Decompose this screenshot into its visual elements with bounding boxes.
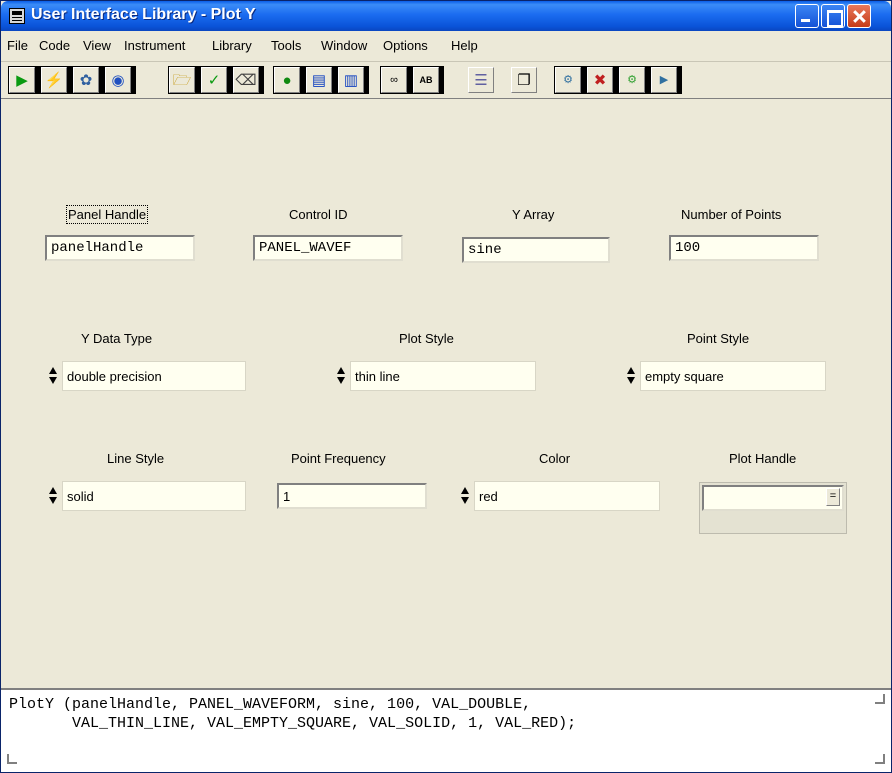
menu-file[interactable]: File (7, 38, 28, 53)
window-title: User Interface Library - Plot Y (31, 6, 256, 23)
run-fp-icon[interactable]: ▶ (9, 67, 35, 93)
y-data-type-value[interactable]: double precision (62, 361, 246, 391)
bp-icon[interactable]: ⚙ (555, 67, 581, 93)
generated-code-area[interactable]: PlotY (panelHandle, PANEL_WAVEFORM, sine… (1, 688, 891, 772)
menu-view[interactable]: View (83, 38, 111, 53)
menu-instrument[interactable]: Instrument (124, 38, 185, 53)
menu-options[interactable]: Options (383, 38, 428, 53)
eraser-icon[interactable]: ⌫ (233, 67, 259, 93)
point-frequency-input[interactable]: 1 (277, 483, 427, 509)
ring-arrows-icon[interactable] (459, 487, 471, 505)
y-array-label: Y Array (512, 207, 555, 222)
tree-icon[interactable]: ● (274, 67, 300, 93)
watch-icon[interactable]: ◉ (105, 67, 131, 93)
line-style-label: Line Style (107, 451, 165, 466)
lightning-icon[interactable]: ⚡ (41, 67, 67, 93)
menu-window[interactable]: Window (321, 38, 367, 53)
code-line-1: PlotY (panelHandle, PANEL_WAVEFORM, sine… (9, 696, 532, 713)
plot-handle-label: Plot Handle (729, 451, 797, 466)
y-data-type-ring[interactable]: double precision (47, 361, 247, 391)
maximize-button[interactable] (821, 4, 845, 28)
ring-arrows-icon[interactable] (47, 367, 59, 385)
panel-out-icon[interactable]: ▥ (338, 67, 364, 93)
color-label: Color (539, 451, 571, 466)
function-panel-icon[interactable]: ∞ (381, 67, 407, 93)
line-style-value[interactable]: solid (62, 481, 246, 511)
menu-help[interactable]: Help (451, 38, 478, 53)
menu-code[interactable]: Code (39, 38, 70, 53)
resize-top-icon[interactable] (875, 694, 885, 704)
menu-tools[interactable]: Tools (271, 38, 301, 53)
menu-library[interactable]: Library (212, 38, 252, 53)
plot-handle-input[interactable] (702, 485, 844, 511)
point-frequency-label: Point Frequency (291, 451, 386, 466)
main-window: User Interface Library - Plot Y File Cod… (0, 0, 892, 773)
line-style-ring[interactable]: solid (47, 481, 247, 511)
minimize-button[interactable] (795, 4, 819, 28)
plot-style-ring[interactable]: thin line (335, 361, 537, 391)
color-value[interactable]: red (474, 481, 660, 511)
debug-icon[interactable]: ✿ (73, 67, 99, 93)
bp-go-icon[interactable]: ▶ (651, 67, 677, 93)
resize-bottom-left-icon[interactable] (7, 754, 17, 764)
ring-arrows-icon[interactable] (47, 487, 59, 505)
ring-arrows-icon[interactable] (335, 367, 347, 385)
ring-arrows-icon[interactable] (625, 367, 637, 385)
resize-bottom-right-icon[interactable] (875, 754, 885, 764)
control-id-input[interactable]: PANEL_WAVEF (253, 235, 403, 261)
function-panel-ab-icon[interactable]: AB (413, 67, 439, 93)
list-icon[interactable]: ☰ (468, 67, 494, 93)
check-icon[interactable]: ✓ (201, 67, 227, 93)
code-line-2: VAL_THIN_LINE, VAL_EMPTY_SQUARE, VAL_SOL… (9, 715, 577, 732)
color-ring[interactable]: red (459, 481, 661, 511)
toolbar: ▶ ⚡ ✿ ◉ 🗁 ✓ ⌫ ● ▤ ▥ ∞ AB ☰ ❐ ⚙ ✖ ⚙ ▶ (1, 62, 891, 98)
function-panel: Panel Handle panelHandle Control ID PANE… (1, 98, 891, 688)
number-of-points-input[interactable]: 100 (669, 235, 819, 261)
menu-bar: File Code View Instrument Library Tools … (1, 31, 891, 62)
panel-in-icon[interactable]: ▤ (306, 67, 332, 93)
bp-clear-icon[interactable]: ✖ (587, 67, 613, 93)
copy-icon[interactable]: ❐ (511, 67, 537, 93)
bp-set-icon[interactable]: ⚙ (619, 67, 645, 93)
y-array-input[interactable]: sine (462, 237, 610, 263)
declare-variable-button[interactable]: = (826, 488, 840, 506)
point-style-value[interactable]: empty square (640, 361, 826, 391)
point-style-ring[interactable]: empty square (625, 361, 827, 391)
panel-icon[interactable] (9, 8, 25, 24)
number-of-points-label: Number of Points (681, 207, 782, 222)
plot-handle-control: = (699, 482, 847, 534)
panel-handle-label: Panel Handle (65, 205, 149, 224)
point-style-label: Point Style (687, 331, 750, 346)
open-folder-icon[interactable]: 🗁 (169, 67, 195, 93)
close-button[interactable] (847, 4, 871, 28)
control-id-label: Control ID (289, 207, 348, 222)
title-bar[interactable]: User Interface Library - Plot Y (1, 1, 891, 31)
panel-handle-input[interactable]: panelHandle (45, 235, 195, 261)
plot-style-label: Plot Style (399, 331, 454, 346)
plot-style-value[interactable]: thin line (350, 361, 536, 391)
y-data-type-label: Y Data Type (81, 331, 153, 346)
